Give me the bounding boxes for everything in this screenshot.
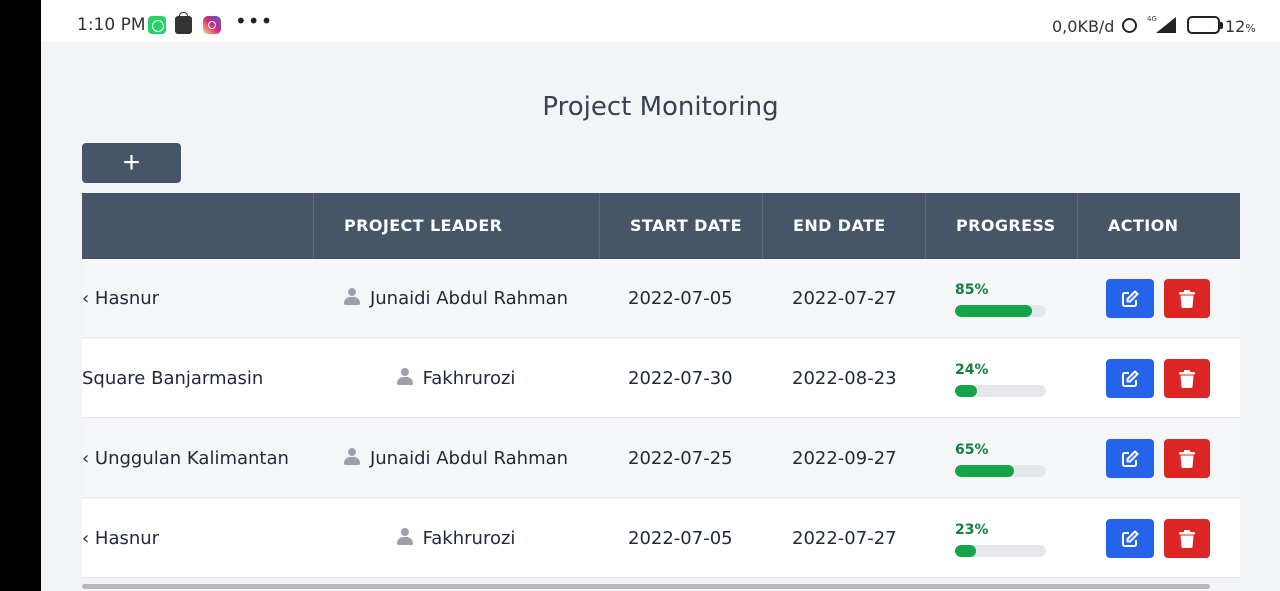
end-date: 2022-08-23: [792, 368, 897, 389]
edit-icon: [1122, 290, 1139, 307]
network-speed: 0,0KB/d: [1052, 17, 1115, 36]
column-header-start-date[interactable]: START DATE: [599, 193, 762, 259]
projects-table: PROJECT LEADER START DATE END DATE PROGR…: [82, 193, 1240, 585]
project-name: ‹ Unggulan Kalimantan: [82, 448, 289, 469]
start-date: 2022-07-05: [628, 528, 733, 549]
table-header: PROJECT LEADER START DATE END DATE PROGR…: [82, 193, 1240, 259]
edit-button[interactable]: [1106, 279, 1154, 318]
leader-name: Junaidi Abdul Rahman: [369, 448, 569, 469]
progress-bar: [955, 545, 1046, 557]
battery-icon: [1187, 16, 1223, 34]
user-icon: [396, 528, 413, 545]
end-date: 2022-07-27: [792, 528, 897, 549]
signal-icon: [1156, 17, 1176, 33]
column-header-action[interactable]: ACTION: [1077, 193, 1240, 259]
leader-name: Fakhrurozi: [422, 528, 516, 549]
delete-button[interactable]: [1164, 519, 1210, 558]
progress-bar: [955, 385, 1046, 397]
edit-button[interactable]: [1106, 519, 1154, 558]
battery-percent: 12%: [1225, 17, 1256, 36]
progress-bar-fill: [955, 305, 1033, 317]
leader-name: Fakhrurozi: [422, 368, 516, 389]
user-icon: [396, 368, 413, 385]
status-bar: 1:10 PM ••• 0,0KB/d 4G 12%: [41, 0, 1280, 42]
progress-bar-fill: [955, 465, 1015, 477]
progress-label: 23%: [955, 522, 989, 538]
column-header-end-date[interactable]: END DATE: [762, 193, 925, 259]
add-project-button[interactable]: +: [82, 143, 181, 183]
edit-button[interactable]: [1106, 439, 1154, 478]
more-notifications-icon: •••: [235, 9, 274, 33]
table-row: ‹ Unggulan Kalimantan Junaidi Abdul Rahm…: [82, 419, 1240, 498]
column-header-progress[interactable]: PROGRESS: [925, 193, 1077, 259]
page-title: Project Monitoring: [542, 92, 779, 122]
progress-label: 85%: [955, 282, 989, 298]
horizontal-scrollbar[interactable]: [82, 584, 1210, 589]
table-row: ‹ Hasnur Fakhrurozi 2022-07-05 2022-07-2…: [82, 499, 1240, 578]
user-icon: [343, 288, 360, 305]
project-name: Square Banjarmasin: [82, 368, 264, 389]
status-time: 1:10 PM: [77, 15, 146, 35]
start-date: 2022-07-05: [628, 288, 733, 309]
shopping-bag-icon: [175, 12, 192, 34]
trash-icon: [1179, 369, 1195, 388]
user-icon: [343, 448, 360, 465]
project-leader: Fakhrurozi: [313, 499, 599, 578]
trash-icon: [1179, 449, 1195, 468]
end-date: 2022-09-27: [792, 448, 897, 469]
progress-bar-fill: [955, 545, 976, 557]
column-header-project[interactable]: [82, 193, 313, 259]
app-screen: 1:10 PM ••• 0,0KB/d 4G 12% Project Monit…: [41, 0, 1280, 591]
leader-name: Junaidi Abdul Rahman: [369, 288, 569, 309]
whatsapp-icon: [148, 16, 166, 34]
project-leader: Junaidi Abdul Rahman: [313, 419, 599, 498]
progress-bar: [955, 305, 1046, 317]
column-header-project-leader[interactable]: PROJECT LEADER: [313, 193, 599, 259]
start-date: 2022-07-30: [628, 368, 733, 389]
project-leader: Fakhrurozi: [313, 339, 599, 418]
table-row: Square Banjarmasin Fakhrurozi 2022-07-30…: [82, 339, 1240, 418]
project-leader: Junaidi Abdul Rahman: [313, 259, 599, 338]
project-name: ‹ Hasnur: [82, 528, 160, 549]
table-row: ‹ Hasnur Junaidi Abdul Rahman 2022-07-05…: [82, 259, 1240, 338]
trash-icon: [1179, 289, 1195, 308]
edit-icon: [1122, 450, 1139, 467]
progress-label: 65%: [955, 442, 989, 458]
progress-label: 24%: [955, 362, 989, 378]
delete-button[interactable]: [1164, 279, 1210, 318]
edit-button[interactable]: [1106, 359, 1154, 398]
alarm-icon: [1122, 18, 1137, 33]
trash-icon: [1179, 529, 1195, 548]
end-date: 2022-07-27: [792, 288, 897, 309]
progress-bar-fill: [955, 385, 977, 397]
project-name: ‹ Hasnur: [82, 288, 160, 309]
progress-bar: [955, 465, 1046, 477]
edit-icon: [1122, 530, 1139, 547]
delete-button[interactable]: [1164, 439, 1210, 478]
edit-icon: [1122, 370, 1139, 387]
instagram-icon: [203, 16, 221, 34]
delete-button[interactable]: [1164, 359, 1210, 398]
start-date: 2022-07-25: [628, 448, 733, 469]
